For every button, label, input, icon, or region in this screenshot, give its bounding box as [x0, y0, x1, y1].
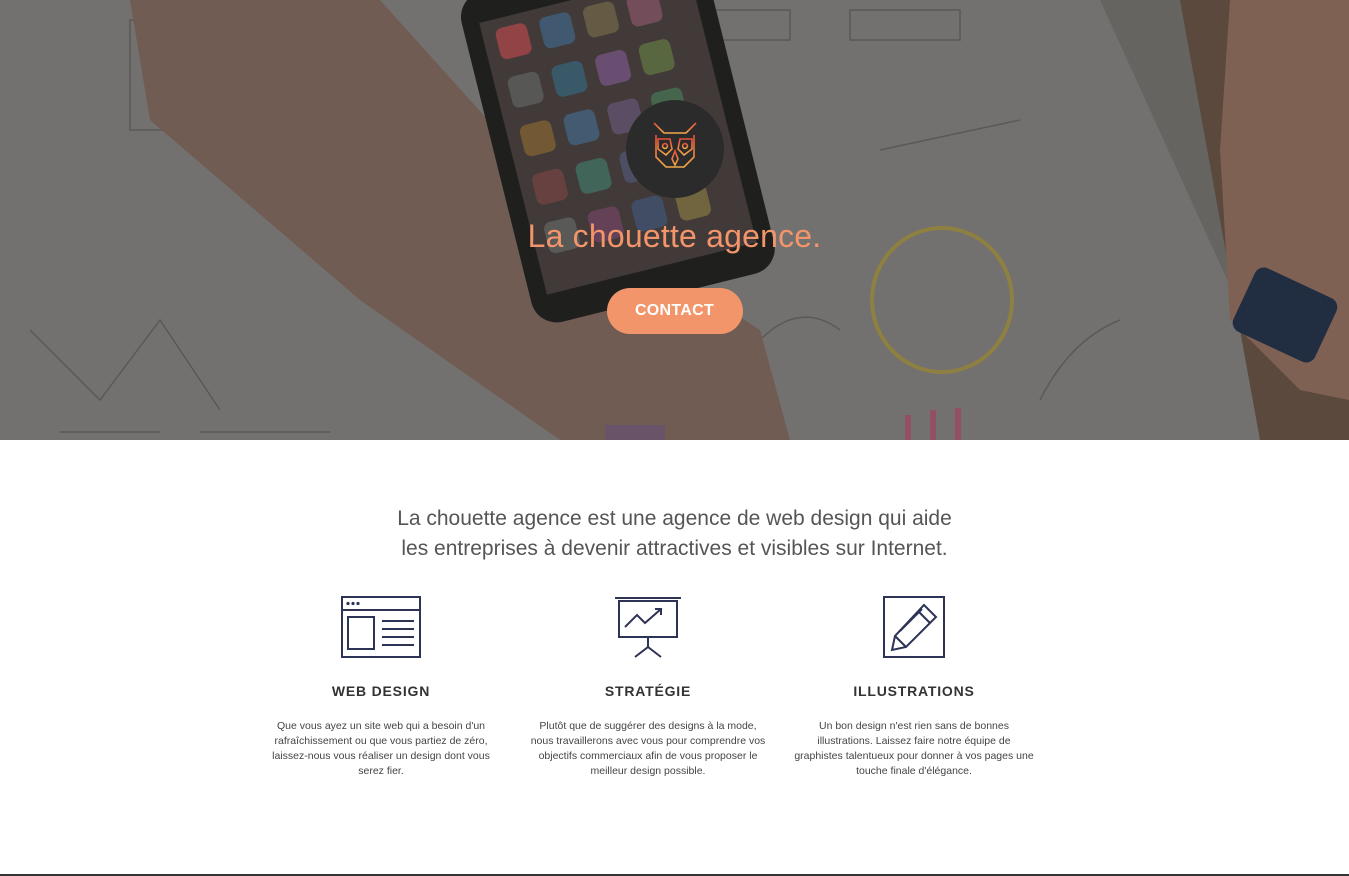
service-icon-wrapper [528, 595, 768, 661]
service-title: ILLUSTRATIONS [853, 683, 975, 699]
contact-button[interactable]: CONTACT [606, 288, 743, 334]
service-web-design: WEB DESIGN Que vous ayez un site web qui… [261, 595, 501, 779]
service-icon-wrapper [261, 595, 501, 661]
service-title: WEB DESIGN [331, 683, 431, 699]
pencil-square-icon [883, 596, 945, 658]
owl-icon [652, 122, 697, 174]
browser-window-icon [341, 596, 421, 658]
service-icon-wrapper [794, 595, 1034, 661]
service-description: Plutôt que de suggérer des designs à la … [530, 720, 766, 777]
hero-title: La chouette agence. [527, 218, 822, 254]
service-description: Un bon design n'est rien sans de bonnes … [794, 720, 1034, 777]
intro-line-2: les entreprises à devenir attractives et… [401, 537, 948, 560]
hero-banner: La chouette agence. CONTACT [0, 0, 1349, 440]
hero-content: La chouette agence. CONTACT [0, 100, 1349, 334]
intro-text: La chouette agence est une agence de web… [375, 504, 975, 564]
service-title: STRATÉGIE [604, 683, 692, 699]
intro-line-1: La chouette agence est une agence de web… [397, 507, 952, 530]
service-illustrations: ILLUSTRATIONS Un bon design n'est rien s… [794, 595, 1034, 779]
presentation-chart-icon [615, 597, 681, 658]
service-description: Que vous ayez un site web qui a besoin d… [272, 720, 490, 777]
service-strategie: STRATÉGIE Plutôt que de suggérer des des… [528, 595, 768, 779]
owl-logo[interactable] [625, 100, 724, 198]
services-section: WEB DESIGN Que vous ayez un site web qui… [0, 595, 1349, 795]
